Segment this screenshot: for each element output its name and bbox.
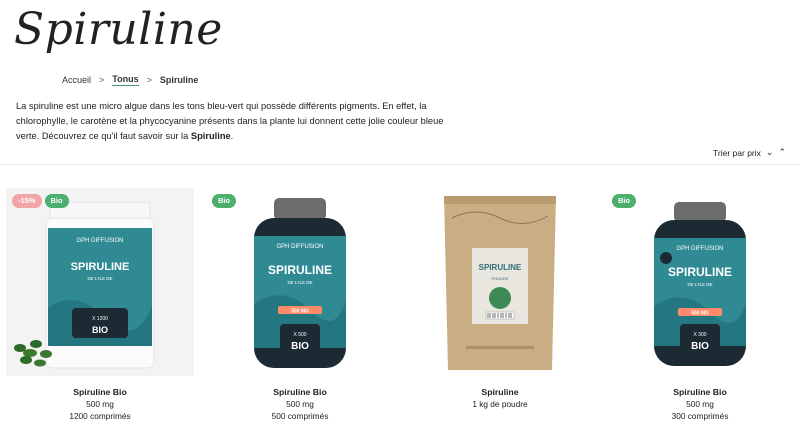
chevron-up-icon[interactable]: ⌃ bbox=[778, 147, 786, 158]
product-image[interactable]: Bio GPH DIFFUSION SPIRULINE DE L'ILE DE … bbox=[206, 188, 394, 376]
divider bbox=[0, 164, 800, 165]
product-dose: 500 mg bbox=[686, 399, 714, 409]
product-card[interactable]: Bio GPH DIFFUSION SPIRULINE DE L'ILE DE … bbox=[606, 188, 794, 422]
product-card[interactable]: SPIRULINE POUDRE Spiruline 1 kg de poudr… bbox=[406, 188, 594, 410]
product-image[interactable]: -15% Bio GPH DIFFUSION SPIRULINE DE L'IL… bbox=[6, 188, 194, 376]
jar-label: SPIRULINE bbox=[71, 261, 130, 273]
product-quantity: 1 kg de poudre bbox=[472, 399, 528, 409]
bottle-count: X 300 bbox=[693, 332, 706, 338]
bottle-bio: BIO bbox=[291, 341, 309, 352]
description-highlight: Spiruline bbox=[190, 131, 231, 141]
bottle-sub: DE L'ILE DE bbox=[687, 282, 712, 287]
jar-brand: GPH DIFFUSION bbox=[76, 238, 123, 244]
product-image[interactable]: Bio GPH DIFFUSION SPIRULINE DE L'ILE DE … bbox=[606, 188, 794, 376]
breadcrumb-current: Spiruline bbox=[159, 75, 199, 85]
product-name[interactable]: Spiruline bbox=[406, 386, 594, 398]
sort-dropdown[interactable]: Trier par prix ⌄ ⌃ bbox=[713, 147, 786, 158]
breadcrumb-separator: > bbox=[99, 75, 105, 85]
bottle-bio: BIO bbox=[691, 341, 709, 352]
product-name[interactable]: Spiruline Bio bbox=[606, 386, 794, 398]
bottle-sub: DE L'ILE DE bbox=[287, 280, 312, 285]
jar-sub: DE L'ILE DE bbox=[87, 276, 112, 281]
bio-badge: Bio bbox=[612, 194, 637, 208]
product-name[interactable]: Spiruline Bio bbox=[206, 386, 394, 398]
pouch-label: SPIRULINE bbox=[479, 263, 522, 272]
product-card[interactable]: -15% Bio GPH DIFFUSION SPIRULINE DE L'IL… bbox=[6, 188, 194, 422]
breadcrumb: Accueil > Tonus > Spiruline bbox=[62, 74, 198, 86]
product-name[interactable]: Spiruline Bio bbox=[6, 386, 194, 398]
category-description: La spiruline est une micro algue dans le… bbox=[16, 99, 456, 144]
jar-bio: BIO bbox=[92, 325, 108, 335]
product-quantity: 300 comprimés bbox=[671, 411, 729, 421]
product-info: Spiruline Bio 500 mg 500 comprimés bbox=[206, 386, 394, 422]
product-image[interactable]: SPIRULINE POUDRE bbox=[406, 188, 594, 376]
bottle-dose: 500 MG bbox=[691, 311, 709, 317]
discount-badge: -15% bbox=[12, 194, 42, 208]
bottle-brand: GPH DIFFUSION bbox=[276, 244, 323, 250]
product-card[interactable]: Bio GPH DIFFUSION SPIRULINE DE L'ILE DE … bbox=[206, 188, 394, 422]
bottle-count: X 500 bbox=[293, 332, 306, 338]
bottle-label: SPIRULINE bbox=[268, 263, 332, 277]
breadcrumb-tonus[interactable]: Tonus bbox=[112, 74, 139, 86]
page-title: Spiruline bbox=[14, 4, 223, 55]
pouch-image: SPIRULINE POUDRE bbox=[444, 196, 556, 370]
breadcrumb-home[interactable]: Accueil bbox=[62, 75, 91, 85]
description-end: . bbox=[230, 131, 234, 141]
bottle-image: GPH DIFFUSION SPIRULINE DE L'ILE DE 500 … bbox=[254, 198, 346, 368]
product-dose: 500 mg bbox=[286, 399, 314, 409]
bottle-dose: 500 MG bbox=[291, 309, 309, 315]
breadcrumb-separator: > bbox=[146, 75, 152, 85]
product-info: Spiruline 1 kg de poudre bbox=[406, 386, 594, 410]
product-grid: -15% Bio GPH DIFFUSION SPIRULINE DE L'IL… bbox=[0, 188, 800, 424]
bottle-brand: GPH DIFFUSION bbox=[676, 246, 723, 252]
bottle-image: GPH DIFFUSION SPIRULINE DE L'ILE DE 500 … bbox=[654, 202, 746, 366]
product-quantity: 1200 comprimés bbox=[69, 411, 131, 421]
pouch-sub: POUDRE bbox=[491, 276, 508, 281]
product-info: Spiruline Bio 500 mg 300 comprimés bbox=[606, 386, 794, 422]
bio-badge: Bio bbox=[44, 194, 69, 208]
bio-badge: Bio bbox=[212, 194, 237, 208]
bottle-label: SPIRULINE bbox=[668, 265, 732, 279]
tub-jar-image: GPH DIFFUSION SPIRULINE DE L'ILE DE X 12… bbox=[14, 201, 155, 369]
product-info: Spiruline Bio 500 mg 1200 comprimés bbox=[6, 386, 194, 422]
product-dose: 500 mg bbox=[86, 399, 114, 409]
sort-label: Trier par prix bbox=[713, 147, 761, 158]
jar-count: X 1200 bbox=[92, 316, 108, 322]
chevron-down-icon[interactable]: ⌄ bbox=[766, 147, 774, 158]
product-quantity: 500 comprimés bbox=[271, 411, 329, 421]
